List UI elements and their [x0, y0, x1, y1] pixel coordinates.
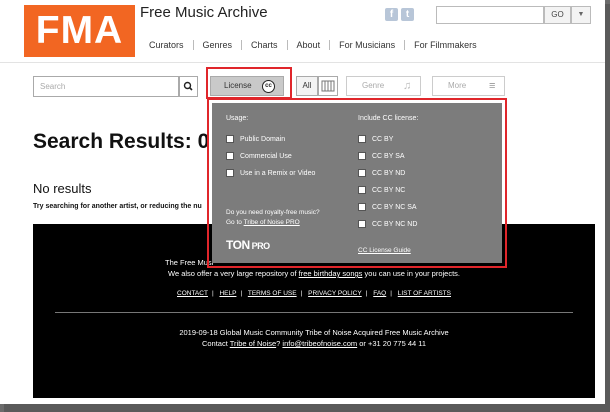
fma-logo[interactable]: FMA	[24, 5, 135, 57]
page-title: Search Results: 0	[33, 130, 210, 153]
footer-news: 2019-09-18 Global Music Community Tribe …	[179, 328, 449, 337]
birthday-songs-link[interactable]: free birthday songs	[299, 269, 363, 278]
no-results-heading: No results	[33, 181, 92, 196]
usage-heading: Usage:	[226, 115, 249, 122]
chevron-down-icon[interactable]: ▼	[571, 6, 591, 24]
footer-link-privacy[interactable]: PRIVACY POLICY	[308, 290, 362, 297]
music-note-icon: ♫	[403, 80, 412, 92]
instrumental-filter-button[interactable]	[318, 76, 338, 96]
footer-divider	[55, 312, 573, 313]
window-shadow-bottom	[4, 404, 610, 412]
more-filter-button[interactable]: More ≡	[432, 76, 505, 96]
email-link[interactable]: info@tribeofnoise.com	[282, 339, 357, 348]
checkbox[interactable]	[358, 220, 366, 228]
usage-option-commercial[interactable]: Commercial Use	[226, 151, 292, 161]
usage-option-remix[interactable]: Use in a Remix or Video	[226, 168, 315, 178]
piano-keys-icon	[321, 80, 335, 92]
nav-about[interactable]: About	[288, 40, 331, 50]
footer-birthday-line: We also offer a very large repository of…	[168, 269, 460, 278]
site-title[interactable]: Free Music Archive	[140, 4, 268, 21]
license-button-highlight	[206, 67, 292, 99]
footer-link-terms[interactable]: TERMS OF USE	[248, 290, 297, 297]
header-search-input[interactable]	[436, 6, 544, 24]
footer-link-artists[interactable]: LIST OF ARTISTS	[398, 290, 451, 297]
more-label: More	[448, 81, 467, 90]
nav-curators[interactable]: Curators	[140, 40, 194, 50]
browser-page: FMA Free Music Archive Curators Genres C…	[0, 0, 605, 404]
footer-link-help[interactable]: HELP	[219, 290, 236, 297]
filter-lines-icon: ≡	[489, 80, 496, 92]
all-filter-button[interactable]: All	[296, 76, 318, 96]
genre-label: Genre	[362, 81, 385, 90]
twitter-icon[interactable]: t	[401, 8, 414, 21]
footer-link-faq[interactable]: FAQ	[373, 290, 386, 297]
checkbox[interactable]	[226, 169, 234, 177]
header-divider	[0, 62, 605, 63]
checkbox[interactable]	[358, 152, 366, 160]
checkbox[interactable]	[226, 135, 234, 143]
no-results-hint: Try searching for another artist, or red…	[33, 203, 202, 210]
nav-for-musicians[interactable]: For Musicians	[330, 40, 406, 50]
tribe-of-noise-link[interactable]: Tribe of Noise	[230, 339, 276, 348]
royalty-question: Do you need royalty-free music?	[226, 209, 320, 216]
facebook-icon[interactable]: f	[385, 8, 398, 21]
footer-links: CONTACT | HELP | TERMS OF USE | PRIVACY POL…	[177, 290, 451, 297]
cc-option-by-nc[interactable]: CC BY NC	[358, 185, 405, 195]
window-shadow-right	[605, 4, 610, 408]
footer-contact-line: Contact Tribe of Noise? info@tribeofnois…	[201, 339, 427, 348]
cc-option-by-nd[interactable]: CC BY ND	[358, 168, 405, 178]
nav-charts[interactable]: Charts	[242, 40, 288, 50]
genre-filter-button[interactable]: Genre ♫	[346, 76, 421, 96]
tribe-of-noise-pro-link[interactable]: Tribe of Noise PRO	[244, 219, 300, 226]
cc-option-by[interactable]: CC BY	[358, 134, 393, 144]
footer-link-contact[interactable]: CONTACT	[177, 290, 208, 297]
search-input[interactable]: Search	[33, 76, 179, 97]
main-nav: Curators Genres Charts About For Musicia…	[140, 38, 486, 52]
nav-genres[interactable]: Genres	[194, 40, 243, 50]
usage-option-public-domain[interactable]: Public Domain	[226, 134, 285, 144]
ton-pro-logo[interactable]: TON PRO	[226, 238, 270, 252]
checkbox[interactable]	[226, 152, 234, 160]
cc-option-by-nc-sa[interactable]: CC BY NC SA	[358, 202, 417, 212]
cc-heading: Include CC license:	[358, 115, 419, 122]
cc-license-guide-link[interactable]: CC License Guide	[358, 247, 411, 254]
header-go-button[interactable]: GO	[544, 6, 571, 24]
cc-option-by-sa[interactable]: CC BY SA	[358, 151, 405, 161]
checkbox[interactable]	[358, 135, 366, 143]
cc-option-by-nc-nd[interactable]: CC BY NC ND	[358, 219, 417, 229]
checkbox[interactable]	[358, 169, 366, 177]
checkbox[interactable]	[358, 203, 366, 211]
search-button[interactable]	[179, 76, 198, 97]
royalty-go-line: Go to Tribe of Noise PRO	[226, 219, 300, 226]
search-icon	[183, 81, 193, 91]
nav-for-filmmakers[interactable]: For Filmmakers	[405, 40, 486, 50]
checkbox[interactable]	[358, 186, 366, 194]
